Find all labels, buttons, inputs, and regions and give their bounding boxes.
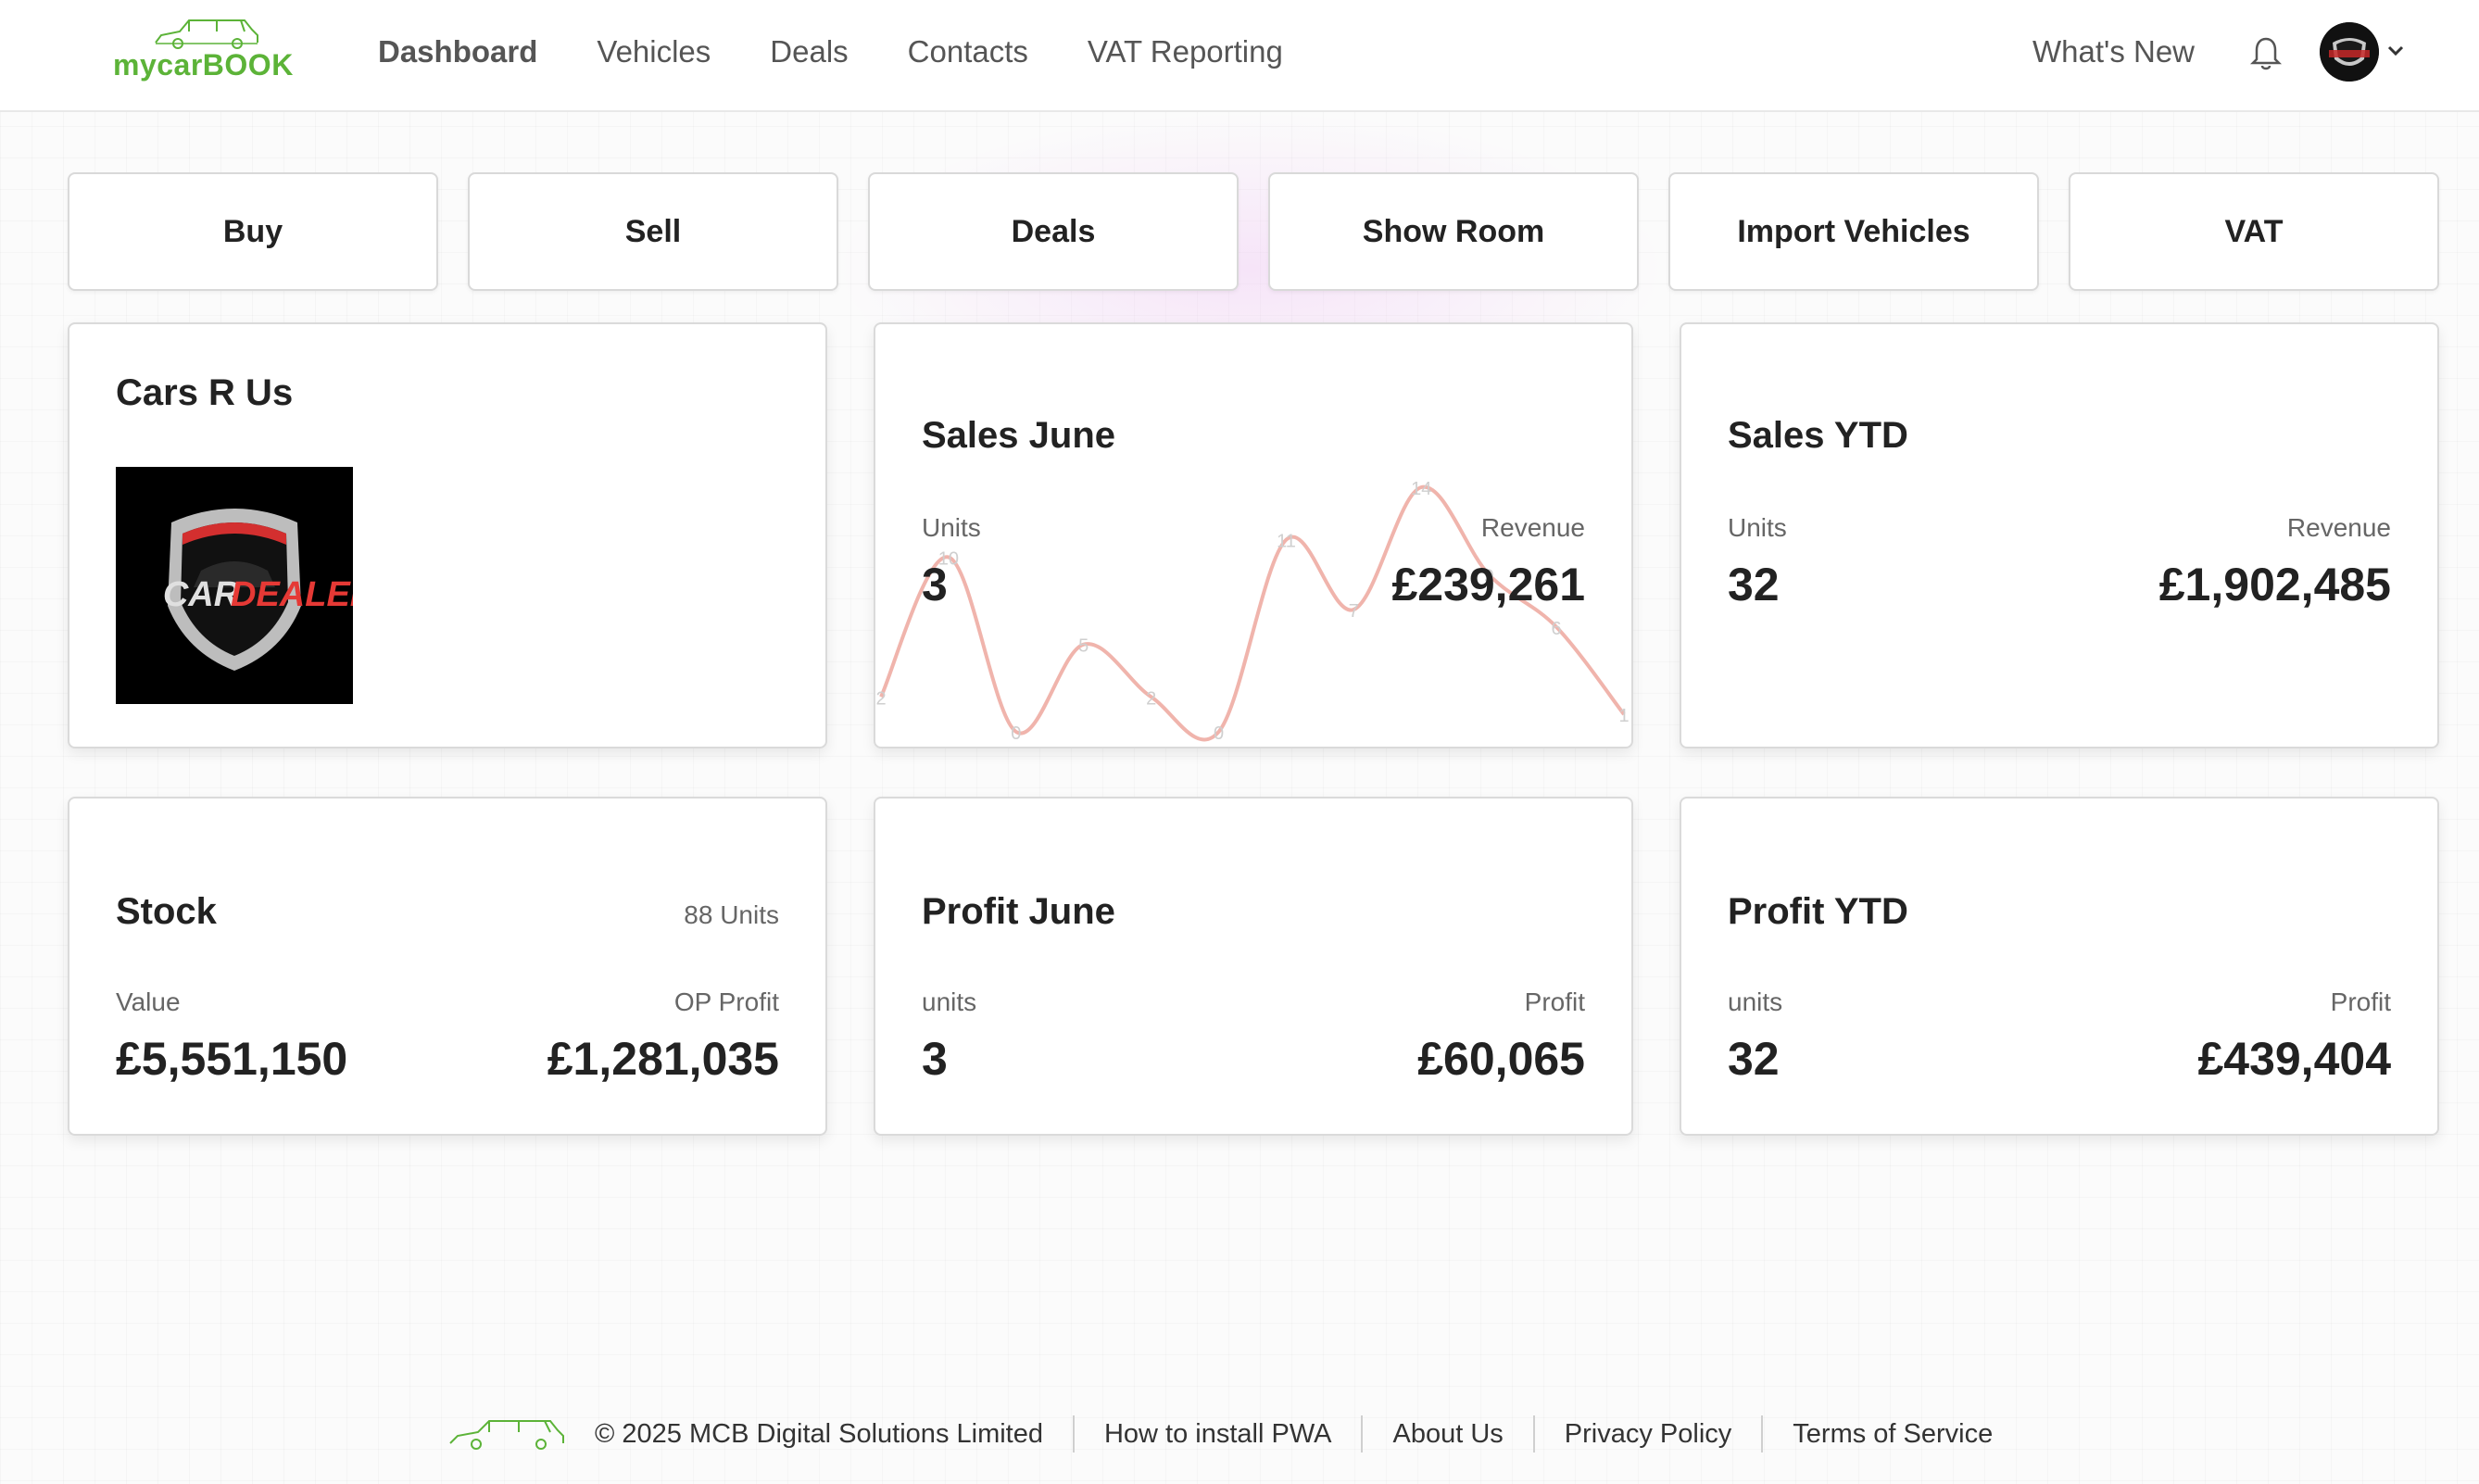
profit-june-title: Profit June (922, 891, 1115, 932)
nav-deals[interactable]: Deals (770, 30, 848, 74)
nav-vat-reporting[interactable]: VAT Reporting (1088, 30, 1283, 74)
sales-june-card[interactable]: 2 10 0 5 2 0 11 7 14 9 6 1 Sales June Units 3 Reven… (874, 322, 1633, 748)
deals-button[interactable]: Deals (868, 172, 1239, 291)
stock-card[interactable]: Stock 88 Units Value £5,551,150 OP Profi… (68, 797, 827, 1136)
svg-text:DEALER: DEALER (231, 575, 353, 614)
footer-link-terms-of-service[interactable]: Terms of Service (1761, 1415, 2022, 1453)
sales-ytd-revenue: £1,902,485 (2158, 559, 2391, 610)
quick-actions: Buy Sell Deals Show Room Import Vehicles… (68, 172, 2439, 291)
chevron-down-icon[interactable] (2386, 44, 2405, 62)
profit-ytd-units-label: units (1728, 987, 1783, 1016)
stock-op-profit-label: OP Profit (673, 987, 779, 1016)
show-room-button[interactable]: Show Room (1268, 172, 1639, 291)
app-logo[interactable]: mycarBOOK (113, 17, 304, 83)
svg-text:CAR: CAR (163, 575, 240, 614)
import-vehicles-button[interactable]: Import Vehicles (1668, 172, 2039, 291)
profit-ytd-profit: £439,404 (2197, 1033, 2391, 1085)
logo-text: mycarBOOK (113, 48, 294, 82)
chart-data-label: 1 (1618, 706, 1629, 726)
chart-data-label: 2 (1146, 688, 1156, 709)
chart-data-label: 5 (1078, 636, 1088, 657)
dealer-logo: CAR DEALER (116, 467, 376, 704)
profit-ytd-profit-label: Profit (2330, 987, 2391, 1016)
sales-june-revenue-label: Revenue (1480, 513, 1585, 542)
chart-data-label: 0 (1011, 723, 1021, 744)
profit-june-units-label: units (922, 987, 977, 1016)
sales-ytd-units: 32 (1728, 559, 1780, 610)
stock-op-profit: £1,281,035 (547, 1033, 779, 1085)
chart-data-label: 7 (1349, 601, 1359, 622)
dealer-avatar-icon (2320, 22, 2379, 82)
car-icon (449, 1420, 564, 1450)
sell-button[interactable]: Sell (468, 172, 838, 291)
footer-copyright: © 2025 MCB Digital Solutions Limited (595, 1419, 1043, 1449)
footer-link-about-us[interactable]: About Us (1361, 1415, 1532, 1453)
profit-ytd-card[interactable]: Profit YTD units 32 Profit £439,404 (1680, 797, 2439, 1136)
chart-data-label: 0 (1214, 723, 1224, 744)
footer-link-privacy-policy[interactable]: Privacy Policy (1532, 1415, 1762, 1453)
footer: © 2025 MCB Digital Solutions Limited How… (447, 1408, 2022, 1460)
vat-button[interactable]: VAT (2069, 172, 2439, 291)
dealer-card[interactable]: Cars R Us CAR DEALER (68, 322, 827, 748)
stock-value-label: Value (116, 987, 181, 1016)
sales-ytd-title: Sales YTD (1728, 415, 1908, 456)
whats-new-link[interactable]: What's New (2032, 30, 2195, 74)
nav-contacts[interactable]: Contacts (908, 30, 1028, 74)
user-avatar[interactable] (2320, 22, 2379, 82)
chart-data-label: 6 (1552, 619, 1562, 639)
nav-vehicles[interactable]: Vehicles (597, 30, 711, 74)
main-nav: Dashboard Vehicles Deals Contacts VAT Re… (378, 30, 1342, 74)
profit-june-profit-label: Profit (1524, 987, 1585, 1016)
car-dealer-logo-icon: CAR DEALER (116, 467, 376, 704)
top-navigation-bar: mycarBOOK Dashboard Vehicles Deals Conta… (0, 0, 2479, 112)
profit-june-units: 3 (922, 1033, 948, 1085)
sales-june-title: Sales June (922, 415, 1116, 456)
stock-units-count: 88 Units (684, 900, 779, 929)
sales-ytd-revenue-label: Revenue (2286, 513, 2391, 542)
sales-ytd-card[interactable]: Sales YTD Units 32 Revenue £1,902,485 (1680, 322, 2439, 748)
sales-june-units-label: Units (922, 513, 981, 542)
footer-link-install-pwa[interactable]: How to install PWA (1072, 1415, 1362, 1453)
car-logo-icon (155, 19, 258, 49)
chart-data-label: 11 (1277, 532, 1296, 552)
chart-data-label: 14 (1411, 479, 1431, 499)
sales-june-revenue: £239,261 (1391, 559, 1585, 610)
chart-data-label: 2 (875, 688, 886, 709)
nav-dashboard[interactable]: Dashboard (378, 30, 537, 74)
notification-bell-icon[interactable] (2249, 35, 2283, 77)
sales-ytd-units-label: Units (1728, 513, 1787, 542)
profit-june-profit: £60,065 (1417, 1033, 1585, 1085)
stock-value: £5,551,150 (116, 1033, 348, 1085)
stock-title: Stock (116, 891, 217, 932)
buy-button[interactable]: Buy (68, 172, 438, 291)
sales-june-units: 3 (922, 559, 948, 610)
dealer-name: Cars R Us (116, 372, 294, 413)
profit-ytd-title: Profit YTD (1728, 891, 1908, 932)
profit-ytd-units: 32 (1728, 1033, 1780, 1085)
profit-june-card[interactable]: Profit June units 3 Profit £60,065 (874, 797, 1633, 1136)
